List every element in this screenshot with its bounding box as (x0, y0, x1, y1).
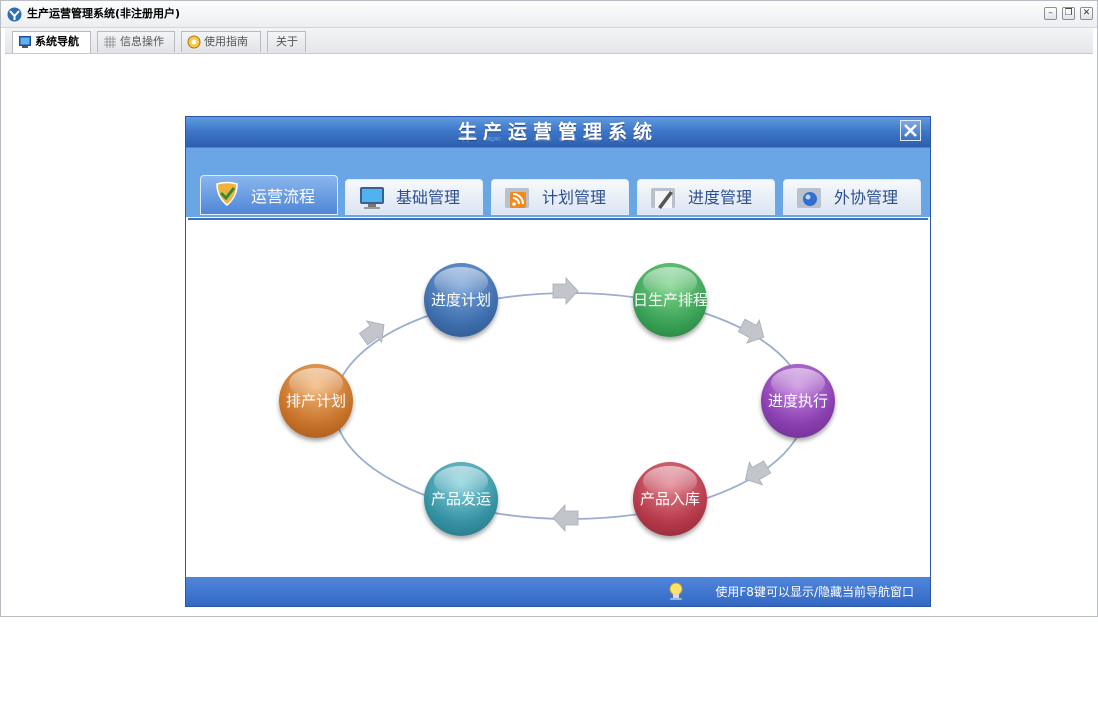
close-button[interactable]: ✕ (1080, 7, 1093, 20)
nav-tab-label: 运营流程 (251, 187, 316, 206)
flow-node-progress-execution[interactable]: 进度执行 (761, 364, 835, 438)
nav-tab-label: 外协管理 (834, 188, 899, 207)
app-logo-icon (7, 7, 22, 22)
flow-arrow (552, 276, 579, 306)
nav-tab-label: 进度管理 (688, 188, 753, 207)
tab-info-operation[interactable]: 信息操作 (97, 31, 175, 52)
tab-label: 使用指南 (204, 35, 248, 48)
restore-button[interactable]: ❐ (1062, 7, 1075, 20)
flow-node-progress-plan[interactable]: 进度计划 (424, 263, 498, 337)
globe-folder-icon (797, 188, 821, 208)
flow-arrow (737, 318, 765, 344)
flow-node-production-plan[interactable]: 排产计划 (279, 364, 353, 438)
pen-folder-icon (651, 188, 675, 209)
nav-tab-label: 计划管理 (542, 188, 607, 207)
flow-arrow (552, 503, 579, 533)
nav-tab-basic-management[interactable]: 基础管理 (345, 179, 483, 215)
window-title: 生产运营管理系统(非注册用户) (27, 7, 181, 20)
grid-icon (104, 36, 116, 48)
monitor-icon (360, 187, 384, 209)
rss-folder-icon (505, 188, 529, 208)
navigation-window: 生产运营管理系统 生产运营管理系统 运营流程 基础管理 计划管理 进度管理 外协… (185, 116, 931, 607)
help-icon (187, 35, 201, 49)
tab-label: 关于 (276, 35, 298, 48)
close-icon (904, 124, 917, 137)
tab-about[interactable]: 关于 (267, 31, 306, 52)
minimize-button[interactable]: – (1044, 7, 1057, 20)
flow-node-daily-scheduling[interactable]: 日生产排程 (633, 263, 708, 337)
flow-node-product-storage[interactable]: 产品入库 (633, 462, 707, 536)
nav-header: 生产运营管理系统 生产运营管理系统 运营流程 基础管理 计划管理 进度管理 外协… (186, 117, 930, 217)
tab-label: 系统导航 (35, 35, 79, 48)
monitor-icon (19, 36, 31, 48)
flow-diagram: 进度计划 日生产排程 进度执行 产品入库 产品发运 排产计划 (188, 218, 928, 578)
nav-footer: 使用F8键可以显示/隐藏当前导航窗口 (186, 577, 930, 606)
nav-tab-label: 基础管理 (396, 188, 461, 207)
shield-icon (216, 181, 238, 206)
flow-ellipse (333, 292, 807, 520)
nav-title-reflection: 生产运营管理系统 (457, 131, 658, 142)
nav-tab-outsourcing-management[interactable]: 外协管理 (783, 179, 921, 215)
nav-tab-progress-management[interactable]: 进度管理 (637, 179, 775, 215)
tab-user-guide[interactable]: 使用指南 (181, 31, 261, 52)
flow-arrow (358, 320, 385, 346)
app-tabstrip: 系统导航 信息操作 使用指南 关于 (5, 28, 1093, 54)
titlebar: 生产运营管理系统(非注册用户) – ❐ ✕ (1, 1, 1097, 28)
tab-system-navigation[interactable]: 系统导航 (12, 31, 91, 53)
footer-hint: 使用F8键可以显示/隐藏当前导航窗口 (715, 585, 914, 599)
nav-tab-plan-management[interactable]: 计划管理 (491, 179, 629, 215)
lightbulb-icon (669, 582, 683, 600)
tab-label: 信息操作 (120, 35, 164, 48)
nav-tab-operation-flow[interactable]: 运营流程 (200, 175, 338, 215)
flow-arrow (745, 460, 772, 486)
nav-close-button[interactable] (900, 120, 921, 141)
flow-node-product-shipping[interactable]: 产品发运 (424, 462, 498, 536)
